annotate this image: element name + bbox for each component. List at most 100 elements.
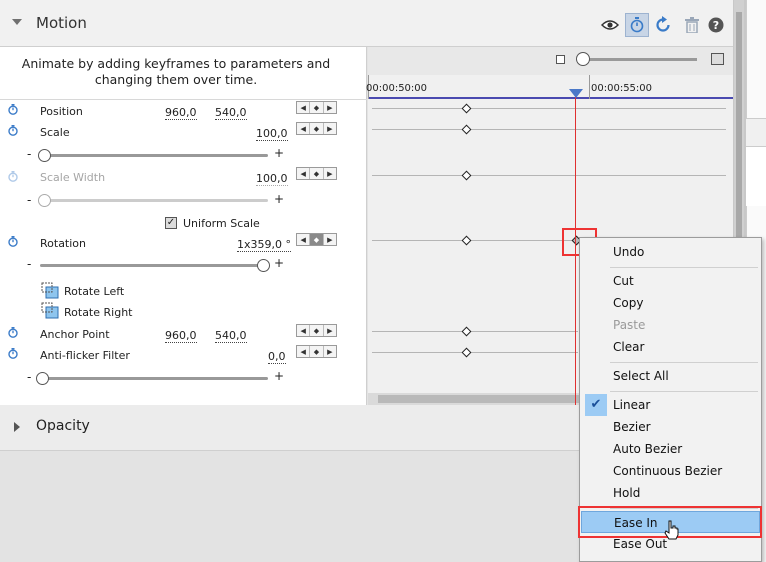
adjacent-panel-item[interactable] <box>746 146 766 206</box>
motion-section-header[interactable]: Motion ? <box>0 0 733 47</box>
scale-plus[interactable]: + <box>274 146 284 160</box>
menu-item-clear[interactable]: Clear <box>581 336 760 358</box>
anchor-point-y-value[interactable]: 540,0 <box>215 330 247 343</box>
next-keyframe-icon[interactable]: ▶ <box>324 168 336 179</box>
timeline-scrollbar-thumb[interactable] <box>378 395 583 403</box>
reset-icon[interactable] <box>653 15 673 35</box>
menu-item-undo[interactable]: Undo <box>581 241 760 263</box>
collapse-triangle-icon[interactable] <box>12 19 22 25</box>
position-label: Position <box>40 105 83 118</box>
rotation-slider-knob[interactable] <box>257 259 270 272</box>
time-ruler[interactable]: 00:00:50:00 00:00:55:00 <box>366 75 733 99</box>
add-keyframe-icon[interactable]: ◆ <box>310 102 324 113</box>
rotate-left-icon[interactable] <box>41 282 59 299</box>
stopwatch-icon[interactable] <box>8 104 18 115</box>
ruler-tick <box>589 75 590 99</box>
next-keyframe-icon[interactable]: ▶ <box>324 234 336 245</box>
next-keyframe-icon[interactable]: ▶ <box>324 123 336 134</box>
stopwatch-icon[interactable] <box>8 348 18 359</box>
playhead-handle-icon[interactable] <box>569 89 583 98</box>
uniform-scale-label: Uniform Scale <box>183 217 260 230</box>
rotation-slider-track[interactable] <box>40 264 268 267</box>
prev-keyframe-icon[interactable]: ◀ <box>297 102 311 113</box>
anchor-point-x-value[interactable]: 960,0 <box>165 330 197 343</box>
anti-flicker-track <box>372 352 578 353</box>
menu-item-cut[interactable]: Cut <box>581 270 760 292</box>
anti-flicker-slider-knob[interactable] <box>36 372 49 385</box>
rotation-track <box>372 240 578 241</box>
prev-keyframe-icon[interactable]: ◀ <box>297 234 311 245</box>
prev-keyframe-icon[interactable]: ◀ <box>297 346 311 357</box>
toggle-animation-stopwatch-icon[interactable] <box>625 13 649 37</box>
timeline-zoom-track[interactable] <box>580 58 697 61</box>
add-keyframe-icon[interactable]: ◆ <box>310 168 324 179</box>
scale-track <box>372 129 726 130</box>
zoom-in-icon[interactable] <box>711 53 724 65</box>
stopwatch-icon[interactable] <box>8 125 18 136</box>
add-keyframe-icon[interactable]: ◆ <box>310 325 324 336</box>
timeline-zoom-bar <box>368 47 733 75</box>
rotation-label: Rotation <box>40 237 87 250</box>
menu-item-select-all[interactable]: Select All <box>581 365 760 387</box>
scale-minus[interactable]: - <box>27 147 31 161</box>
scale-width-plus: + <box>274 192 285 206</box>
menu-item-copy[interactable]: Copy <box>581 292 760 314</box>
rotation-value[interactable]: 1x359,0 ° <box>237 239 291 252</box>
uniform-scale-checkbox[interactable]: ✓ <box>165 217 177 229</box>
prev-keyframe-icon[interactable]: ◀ <box>297 123 311 134</box>
adjacent-panel-tab[interactable] <box>746 118 766 146</box>
zoom-out-icon[interactable] <box>556 55 565 64</box>
add-keyframe-icon[interactable]: ◆ <box>310 234 324 245</box>
add-keyframe-icon[interactable]: ◆ <box>310 123 324 134</box>
menu-item-auto-bezier[interactable]: Auto Bezier <box>581 438 760 460</box>
anti-flicker-value[interactable]: 0,0 <box>268 351 286 364</box>
motion-tip: Animate by adding keyframes to parameter… <box>21 56 331 87</box>
trash-icon[interactable] <box>682 15 702 35</box>
rotate-right-icon[interactable] <box>41 302 59 319</box>
next-keyframe-icon[interactable]: ▶ <box>324 346 336 357</box>
position-x-value[interactable]: 960,0 <box>165 107 197 120</box>
rotation-minus[interactable]: - <box>27 257 31 271</box>
anchor-point-keyframe-nav[interactable]: ◀ ◆ ▶ <box>296 324 337 337</box>
menu-separator <box>610 267 758 268</box>
anti-flicker-slider-track[interactable] <box>40 377 268 380</box>
stopwatch-icon[interactable] <box>8 327 18 338</box>
anti-flicker-keyframe-nav[interactable]: ◀ ◆ ▶ <box>296 345 337 358</box>
rotate-right-label[interactable]: Rotate Right <box>64 306 132 319</box>
scale-width-keyframe-nav[interactable]: ◀ ◆ ▶ <box>296 167 337 180</box>
expand-triangle-icon[interactable] <box>14 422 20 432</box>
stopwatch-icon <box>8 171 18 182</box>
scale-value[interactable]: 100,0 <box>256 128 288 141</box>
position-keyframe-nav[interactable]: ◀ ◆ ▶ <box>296 101 337 114</box>
scale-width-label: Scale Width <box>40 171 106 184</box>
timeline-zoom-knob[interactable] <box>576 52 590 66</box>
menu-item-linear[interactable]: ✔ Linear <box>581 394 760 416</box>
stopwatch-icon[interactable] <box>8 236 18 247</box>
menu-item-hold[interactable]: Hold <box>581 482 760 504</box>
position-y-value[interactable]: 540,0 <box>215 107 247 120</box>
next-keyframe-icon[interactable]: ▶ <box>324 325 336 336</box>
scale-width-minus: - <box>27 193 32 207</box>
menu-item-bezier[interactable]: Bezier <box>581 416 760 438</box>
checkmark-icon: ✔ <box>585 394 607 416</box>
motion-title: Motion <box>36 14 87 32</box>
menu-item-continuous-bezier[interactable]: Continuous Bezier <box>581 460 760 482</box>
next-keyframe-icon[interactable]: ▶ <box>324 102 336 113</box>
scale-slider-knob[interactable] <box>38 149 51 162</box>
scale-slider-track[interactable] <box>40 154 268 157</box>
rotation-keyframe-nav[interactable]: ◀ ◆ ▶ <box>296 233 337 246</box>
prev-keyframe-icon[interactable]: ◀ <box>297 168 311 179</box>
help-icon[interactable]: ? <box>706 15 726 35</box>
scale-width-slider-track <box>40 199 268 202</box>
rotation-plus[interactable]: + <box>274 256 284 270</box>
scale-keyframe-nav[interactable]: ◀ ◆ ▶ <box>296 122 337 135</box>
rotate-left-label[interactable]: Rotate Left <box>64 285 124 298</box>
eye-icon[interactable] <box>600 15 620 35</box>
add-keyframe-icon[interactable]: ◆ <box>310 346 324 357</box>
anti-flicker-plus[interactable]: + <box>274 369 284 383</box>
position-track <box>372 108 726 109</box>
scale-label: Scale <box>40 126 70 139</box>
svg-text:?: ? <box>713 19 719 32</box>
prev-keyframe-icon[interactable]: ◀ <box>297 325 311 336</box>
anti-flicker-minus[interactable]: - <box>27 370 31 384</box>
